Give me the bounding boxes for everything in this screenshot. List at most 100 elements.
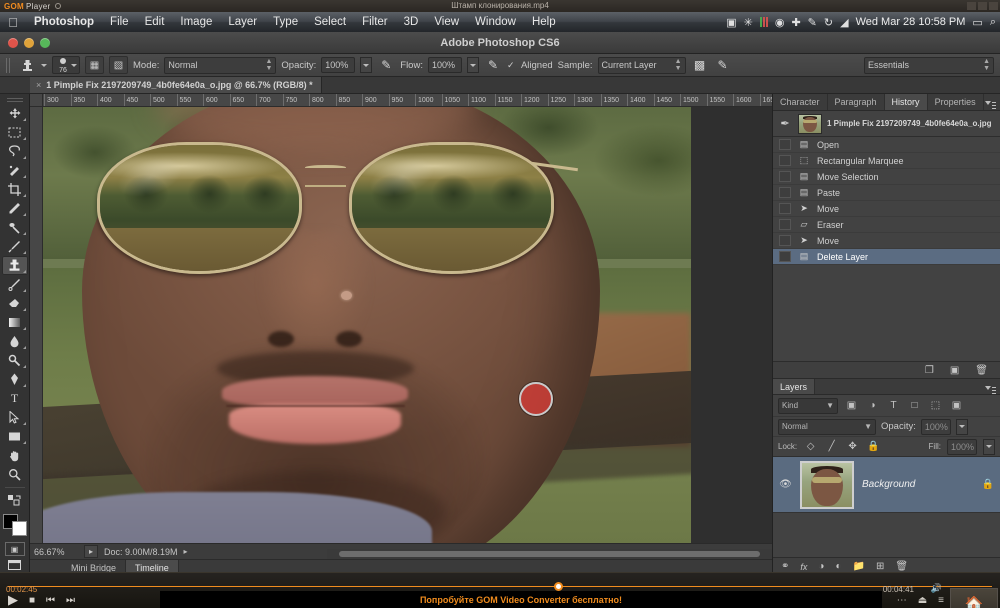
options-bar-grip[interactable] [6,57,11,73]
toggle-clone-source-panel-button[interactable]: ▧ [109,56,128,74]
ruler-origin-corner[interactable] [30,94,43,106]
tab-character[interactable]: Character [773,94,828,110]
menu-window[interactable]: Window [467,12,524,32]
status-info-chevron-icon[interactable]: ▸ [184,547,188,556]
history-source-checkbox[interactable] [779,155,791,166]
type-tool[interactable]: T [2,389,28,408]
history-source-checkbox[interactable] [779,171,791,182]
ignore-adjustment-layers-icon[interactable]: ▩ [691,56,709,74]
apple-menu-icon[interactable]:  [0,15,26,30]
tab-layers[interactable]: Layers [773,379,816,394]
delete-layer-icon[interactable]: 🗑 [895,561,908,572]
default-colors-icon[interactable] [2,491,28,510]
layer-mask-icon[interactable]: ◑ [818,561,824,572]
filter-adjustment-icon[interactable]: ◑ [865,398,880,413]
eraser-tool[interactable] [2,294,28,313]
layer-visibility-eye-icon[interactable]: 👁 [779,479,792,490]
spotlight-search-icon[interactable]: ⌕ [990,16,996,29]
clone-stamp-tool[interactable] [1,255,28,275]
menu-filter[interactable]: Filter [354,12,396,32]
zoom-level-input[interactable]: 66.67% [34,546,84,557]
promo-marquee[interactable]: Попробуйте GOM Video Converter бесплатно… [160,591,882,608]
play-button[interactable]: ▶ [8,592,18,608]
menu-edit[interactable]: Edit [137,12,173,32]
layer-style-icon[interactable]: fx [800,562,807,572]
clone-stamp-icon[interactable] [18,56,36,74]
quick-mask-toggle[interactable]: ▣ [4,542,25,556]
filter-toggle-icon[interactable]: ▣ [949,398,964,413]
menu-type[interactable]: Type [265,12,306,32]
history-state-row[interactable]: ▤ Paste [773,185,1000,201]
sync-icon[interactable]: ↻ [824,16,833,29]
layer-fill-input[interactable]: 100% [947,438,977,455]
toggle-brush-panel-button[interactable]: ▦ [85,56,104,74]
horizontal-ruler[interactable]: 300 350 400 450 500 550 600 650 700 750 800 850 900 9… [30,94,772,107]
dropbox-icon[interactable]: ◉ [775,16,785,29]
lock-image-pixels-icon[interactable]: ╱ [824,439,839,454]
screen-recorder-icon[interactable]: ▣ [726,16,736,29]
tab-paragraph[interactable]: Paragraph [828,94,885,110]
history-brush-source-icon[interactable]: ✒ [777,117,793,130]
color-swatches[interactable] [2,513,27,537]
history-state-row[interactable]: ▤ Delete Layer [773,249,1000,265]
wifi-icon[interactable]: ◢ [840,16,848,29]
delete-state-icon[interactable]: 🗑 [975,365,988,376]
status-menu-button[interactable]: ▸ [84,545,98,558]
crop-tool[interactable] [2,180,28,199]
new-group-icon[interactable]: 📁 [853,561,865,572]
opacity-input[interactable]: 100% [321,57,356,73]
gradient-tool[interactable] [2,313,28,332]
new-layer-icon[interactable]: ⊞ [876,561,884,572]
layer-row-background[interactable]: 👁 Background 🔒 [773,457,1000,513]
filter-shape-icon[interactable]: □ [907,398,922,413]
history-snapshot-row[interactable]: ✒ 1 Pimple Fix 2197209749_4b0fe64e0a_o.j… [773,111,1000,137]
rectangular-marquee-tool[interactable] [2,123,28,142]
gomlab-home-button[interactable]: 🏠 GOMlab [950,588,998,608]
equalizer-icon[interactable] [759,17,768,27]
next-button[interactable]: ⏭ [66,595,75,606]
rectangle-tool[interactable] [2,427,28,446]
clipboard-icon[interactable]: ✎ [808,16,817,29]
lock-all-icon[interactable]: 🔒 [866,439,881,454]
image-canvas[interactable] [43,107,772,543]
blur-tool[interactable] [2,332,28,351]
history-source-checkbox[interactable] [779,251,791,262]
spot-healing-brush-tool[interactable] [2,218,28,237]
hand-tool[interactable] [2,446,28,465]
layer-opacity-stepper[interactable] [955,418,968,435]
toolbox-grip[interactable] [6,96,23,102]
path-selection-tool[interactable] [2,408,28,427]
layers-panel-menu-icon[interactable] [985,383,996,392]
minimize-button[interactable] [967,2,976,10]
menu-bar-clock[interactable]: Wed Mar 28 10:58 PM [856,16,966,28]
menu-image[interactable]: Image [172,12,220,32]
close-button[interactable] [989,2,998,10]
sample-select[interactable]: Current Layer ▲ ▼ [597,56,686,74]
tool-preset-chevron-icon[interactable] [41,63,47,67]
dodge-tool[interactable] [2,351,28,370]
playlist-button[interactable]: ≡ [938,595,944,606]
history-source-checkbox[interactable] [779,203,791,214]
layer-blend-mode-select[interactable]: Normal ▼ [778,418,876,435]
layer-fill-stepper[interactable] [983,438,995,455]
tab-properties[interactable]: Properties [928,94,984,110]
menu-layer[interactable]: Layer [220,12,265,32]
layer-kind-select[interactable]: Kind ▼ [778,397,838,414]
workspace-select[interactable]: Essentials ▲ ▼ [864,56,994,74]
previous-button[interactable]: ⏮ [46,595,55,606]
bluetooth-icon[interactable]: ✳ [744,16,753,29]
create-new-snapshot-icon[interactable]: ▣ [950,365,959,376]
history-source-checkbox[interactable] [779,139,791,150]
zoom-tool[interactable] [2,465,28,484]
history-source-checkbox[interactable] [779,235,791,246]
brush-preset-picker[interactable]: 76 [52,56,80,74]
history-state-row[interactable]: ▱ Eraser [773,217,1000,233]
opacity-stepper[interactable] [360,57,373,73]
adjustment-layer-icon[interactable]: ◐ [835,561,841,572]
stop-button[interactable]: ■ [29,595,35,606]
aligned-checkbox[interactable]: ✓ [507,60,516,70]
brush-chevron-icon[interactable] [71,63,77,67]
pen-tool[interactable] [2,370,28,389]
filter-type-icon[interactable]: T [886,398,901,413]
seek-track[interactable] [8,586,992,587]
